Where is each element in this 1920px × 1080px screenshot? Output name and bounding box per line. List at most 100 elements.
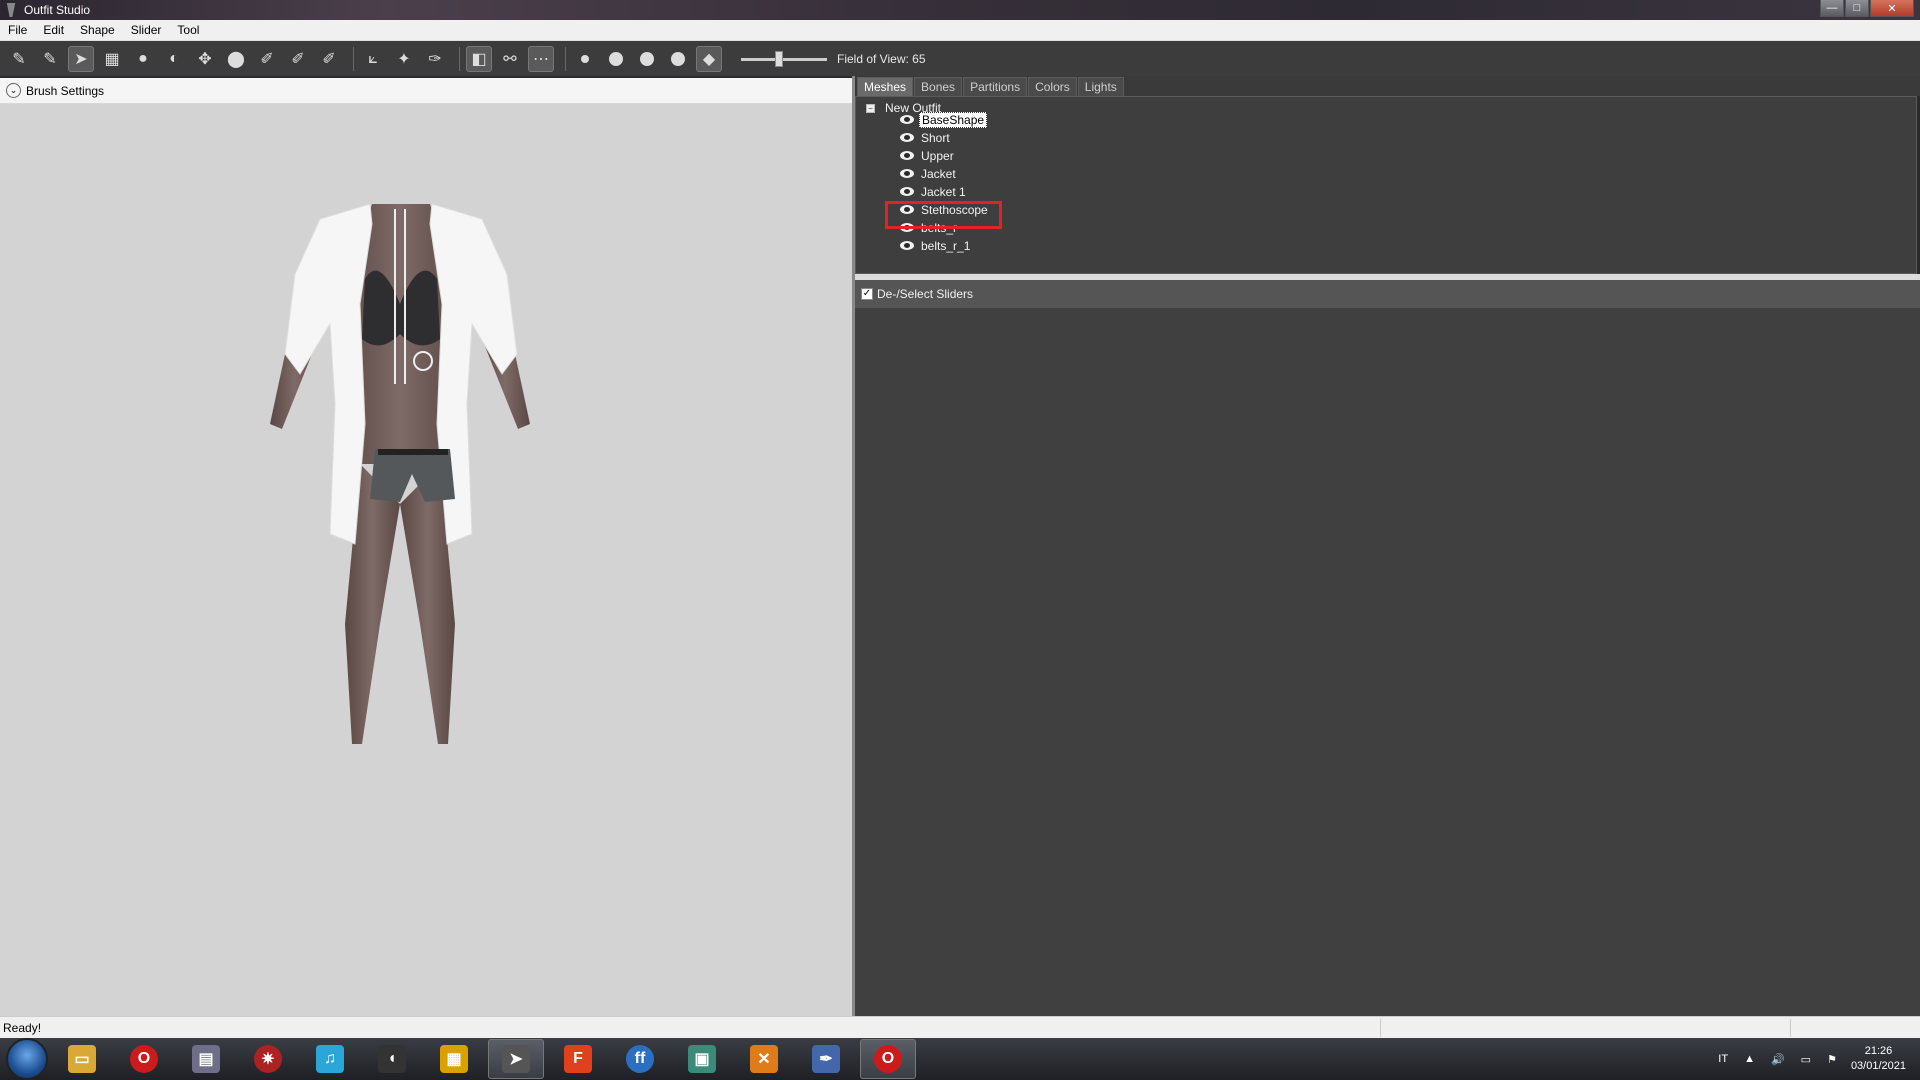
menu-edit[interactable]: Edit xyxy=(35,23,72,37)
smooth-brush-icon[interactable]: ⬤ xyxy=(223,46,249,72)
mesh-label[interactable]: Jacket 1 xyxy=(919,185,968,199)
move-brush-icon[interactable]: ✥ xyxy=(192,46,218,72)
eye-icon[interactable] xyxy=(900,115,916,125)
pivot-icon[interactable]: ✦ xyxy=(391,46,417,72)
settings-app-icon[interactable]: ✷ xyxy=(240,1039,296,1079)
audio-app-icon[interactable]: ◖ xyxy=(364,1039,420,1079)
network-icon[interactable]: ▭ xyxy=(1801,1053,1811,1066)
global-brush-icon[interactable]: ⋯ xyxy=(528,45,554,72)
menu-tool[interactable]: Tool xyxy=(169,23,207,37)
film-icon: ▤ xyxy=(192,1045,220,1073)
f-app-icon[interactable]: F xyxy=(550,1039,606,1079)
mesh-row-short[interactable]: Short xyxy=(900,129,952,147)
fov-slider[interactable] xyxy=(741,46,827,72)
archive-app-icon[interactable]: ▦ xyxy=(426,1039,482,1079)
paint-color-icon[interactable]: ✐ xyxy=(285,46,311,72)
minimize-button[interactable]: — xyxy=(1820,0,1844,17)
menu-file[interactable]: File xyxy=(0,23,35,37)
show-vertices-icon[interactable] xyxy=(572,46,598,72)
window-controls: — □ ✕ xyxy=(1819,0,1914,17)
language-indicator[interactable]: IT xyxy=(1718,1053,1728,1065)
right-panel-tabs: Meshes Bones Partitions Colors Lights xyxy=(855,76,1920,96)
eye-icon[interactable] xyxy=(900,133,916,143)
maximize-button[interactable]: □ xyxy=(1845,0,1869,17)
mesh-label[interactable]: Jacket xyxy=(919,167,958,181)
clock-date: 03/01/2021 xyxy=(1850,1060,1906,1072)
start-button[interactable] xyxy=(6,1038,48,1080)
load-outfit-icon[interactable]: ✎ xyxy=(37,46,63,72)
belt xyxy=(378,449,448,455)
chevron-down-icon[interactable]: ⌄ xyxy=(6,83,21,98)
mesh-row-jacket[interactable]: Jacket xyxy=(900,165,958,183)
file-explorer-icon[interactable]: ▭ xyxy=(54,1039,110,1079)
deflate-brush-icon[interactable]: ◐ xyxy=(161,46,187,72)
toolbar-separator xyxy=(565,46,566,71)
connected-only-icon[interactable]: ⚯ xyxy=(497,46,523,72)
mesh-label[interactable]: Short xyxy=(919,131,952,145)
opera-logo-icon: O xyxy=(874,1045,902,1073)
tab-colors[interactable]: Colors xyxy=(1028,77,1077,96)
lighting-icon[interactable] xyxy=(665,46,691,72)
collapse-icon[interactable]: − xyxy=(866,103,875,113)
inflate-brush-icon[interactable]: ● xyxy=(130,46,156,72)
select-brush-icon[interactable]: ➤ xyxy=(68,45,94,72)
tab-partitions[interactable]: Partitions xyxy=(963,77,1028,96)
sliders-header: ✓ De-/Select Sliders xyxy=(855,280,1920,308)
close-button[interactable]: ✕ xyxy=(1870,0,1914,17)
window-title: Outfit Studio xyxy=(24,3,91,17)
eye-icon[interactable] xyxy=(900,187,916,197)
x-mirror-icon[interactable]: ◧ xyxy=(466,45,492,72)
show-hidden-icon[interactable]: ▲ xyxy=(1744,1053,1755,1065)
transform-icon[interactable]: ⟀ xyxy=(360,46,386,72)
eye-icon[interactable] xyxy=(900,241,916,251)
opera-task-icon[interactable]: O xyxy=(860,1039,916,1079)
quill-app-icon[interactable]: ✒ xyxy=(798,1039,854,1079)
deselect-sliders-checkbox[interactable]: ✓ xyxy=(861,288,873,300)
highlight-box xyxy=(885,201,1002,229)
eye-icon[interactable] xyxy=(900,151,916,161)
window-icon: ▣ xyxy=(688,1045,716,1073)
mesh-row-upper[interactable]: Upper xyxy=(900,147,956,165)
mesh-label[interactable]: BaseShape xyxy=(919,112,988,128)
fov-slider-track xyxy=(741,57,827,61)
music-app-icon[interactable]: ♫ xyxy=(302,1039,358,1079)
window-app-icon[interactable]: ▣ xyxy=(674,1039,730,1079)
menu-bar: File Edit Shape Slider Tool xyxy=(0,20,1920,41)
system-tray: IT ▲ 🔊 ▭ ⚑ 21:26 03/01/2021 xyxy=(1710,1038,1920,1080)
volume-icon[interactable]: 🔊 xyxy=(1771,1053,1785,1066)
xlaunch-icon[interactable]: ✕ xyxy=(736,1039,792,1079)
mesh-row-jacket-1[interactable]: Jacket 1 xyxy=(900,183,968,201)
vertex-edit-icon[interactable]: ✑ xyxy=(422,46,448,72)
tab-lights[interactable]: Lights xyxy=(1077,77,1124,96)
3d-viewport[interactable] xyxy=(0,104,852,1016)
opera-icon[interactable]: O xyxy=(116,1039,172,1079)
load-reference-icon[interactable]: ✎ xyxy=(6,46,32,72)
speaker-app-icon: ◖ xyxy=(378,1045,406,1073)
media-player-icon[interactable]: ▤ xyxy=(178,1039,234,1079)
mesh-row-belts-r-1[interactable]: belts_r_1 xyxy=(900,237,972,255)
outfit-studio-task-icon[interactable]: ➤ xyxy=(488,1039,544,1079)
mesh-label[interactable]: belts_r_1 xyxy=(919,239,972,253)
fov-slider-thumb[interactable] xyxy=(775,50,783,67)
tab-bones[interactable]: Bones xyxy=(914,77,963,96)
f-logo-icon: F xyxy=(564,1045,592,1073)
wireframe-icon[interactable] xyxy=(634,46,660,72)
ffdec-icon[interactable]: ff xyxy=(612,1039,668,1079)
tab-meshes[interactable]: Meshes xyxy=(857,77,914,96)
brush-settings-header[interactable]: ⌄ Brush Settings xyxy=(0,78,852,104)
folder-icon: ▭ xyxy=(68,1045,96,1073)
mask-brush-icon[interactable]: ▦ xyxy=(99,46,125,72)
menu-shape[interactable]: Shape xyxy=(72,23,123,37)
brush-settings-label: Brush Settings xyxy=(26,83,105,98)
mesh-label[interactable]: Upper xyxy=(919,149,956,163)
flag-icon[interactable]: ⚑ xyxy=(1827,1053,1837,1066)
texture-view-icon[interactable]: ◆ xyxy=(696,45,722,72)
menu-slider[interactable]: Slider xyxy=(123,23,170,37)
eye-icon[interactable] xyxy=(900,169,916,179)
clock[interactable]: 21:26 03/01/2021 xyxy=(1851,1044,1906,1074)
mesh-row-baseshape[interactable]: BaseShape xyxy=(900,111,988,129)
clock-time: 21:26 xyxy=(1864,1045,1893,1057)
paint-alpha-icon[interactable]: ✐ xyxy=(316,46,342,72)
shaded-view-icon[interactable] xyxy=(603,46,629,72)
paint-weight-icon[interactable]: ✐ xyxy=(254,46,280,72)
